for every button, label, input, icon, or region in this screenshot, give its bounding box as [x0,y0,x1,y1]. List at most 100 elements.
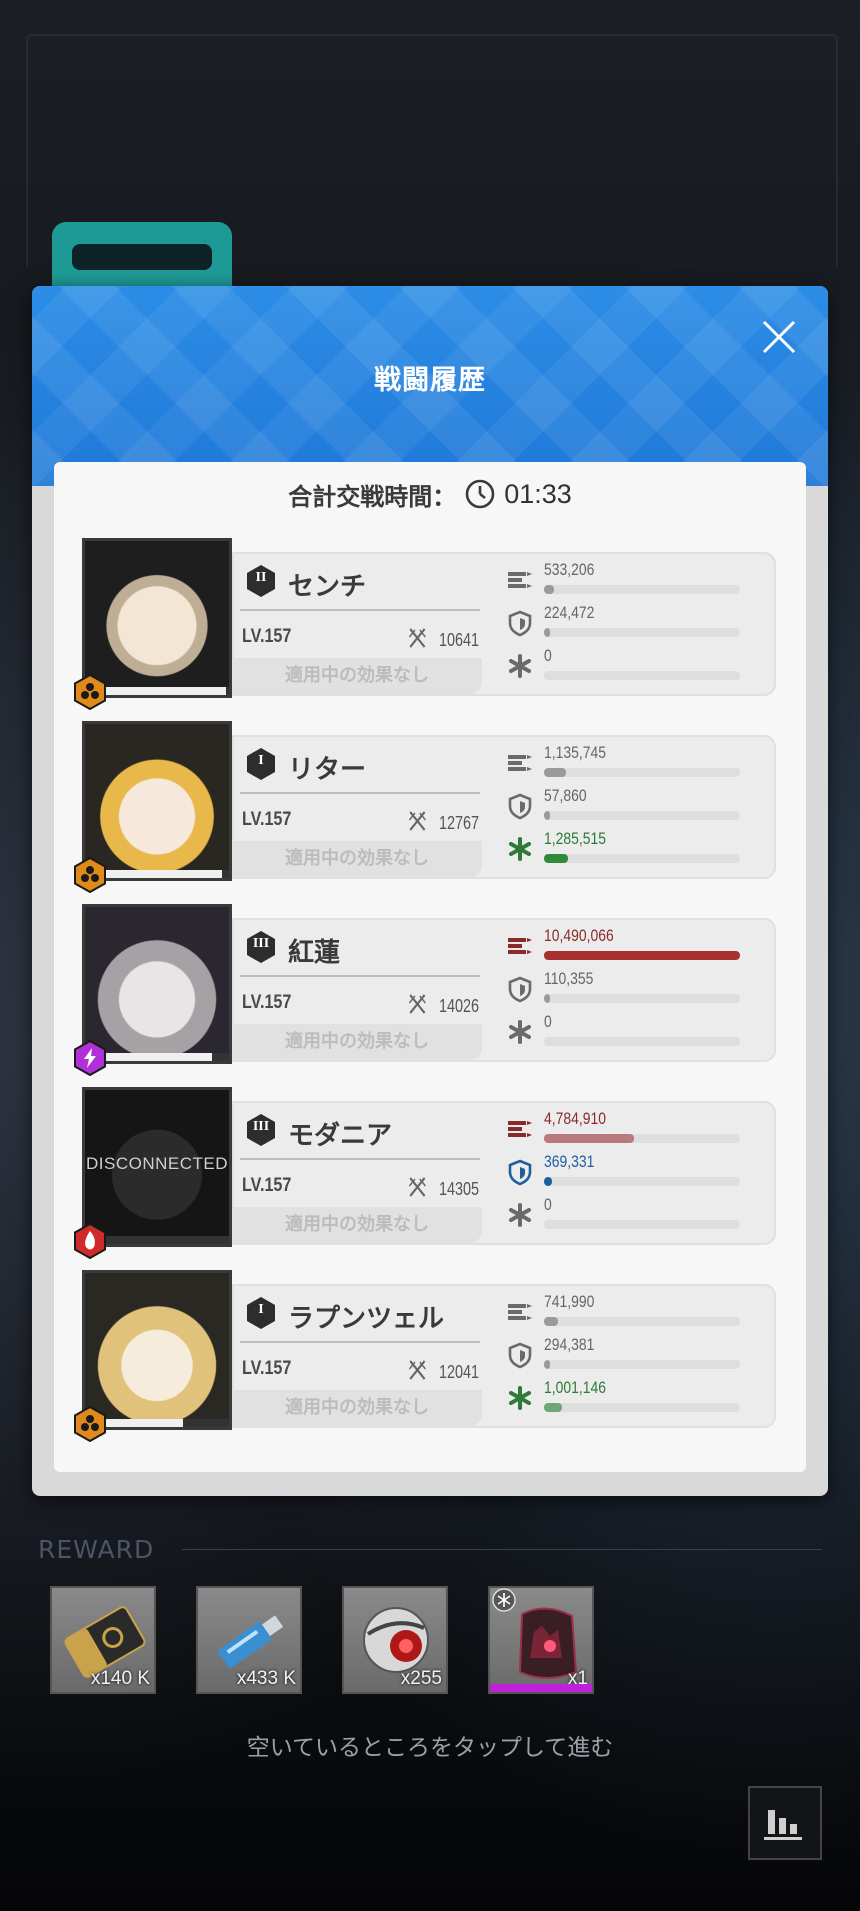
combat-power-value: 14305 [439,1179,480,1199]
character-name: 紅蓮 [288,938,341,968]
damage-bar-fill [544,768,566,777]
damage-value: 1,135,745 [544,743,607,762]
reward-item-data[interactable]: x433 K [196,1586,302,1694]
defense-value: 369,331 [544,1152,595,1171]
reward-qty: x433 K [236,1668,296,1689]
name-divider [240,792,480,794]
lightning-icon [72,1039,108,1077]
active-effect: 適用中の効果なし [232,1024,482,1060]
character-info: III モダニア LV.157 14305 適用中の効果なし 4,784,910 369,3… [232,1101,776,1245]
crossed-swords-icon [407,1174,428,1205]
damage-icon [506,566,534,594]
defense-stat: 57,860 [506,786,746,826]
damage-stat: 741,990 [506,1292,746,1332]
heal-bar-fill [544,1403,562,1412]
heal-value: 1,001,146 [544,1378,607,1397]
damage-icon [506,932,534,960]
character-card[interactable]: I ラプンツェル LV.157 12041 適用中の効果なし 741,990 294,381… [74,1270,778,1443]
character-card[interactable]: II センチ LV.157 10641 適用中の効果なし 533,206 224,472 0 [74,538,778,711]
defense-stat: 369,331 [506,1152,746,1192]
shield-icon [506,609,534,637]
close-button[interactable] [754,312,804,362]
damage-value: 741,990 [544,1292,595,1311]
heal-bar [544,1403,740,1412]
reward-item-gear[interactable]: x1 [488,1586,594,1694]
fire-icon [72,1222,108,1260]
heal-bar [544,1037,740,1046]
heal-bar [544,671,740,680]
defense-value: 294,381 [544,1335,595,1354]
defense-value: 224,472 [544,603,595,622]
character-info: III 紅蓮 LV.157 14026 適用中の効果なし 10,490,066 110,35… [232,918,776,1062]
rank-label: III [252,1119,270,1134]
reward-divider [182,1549,822,1550]
battle-stats: 4,784,910 369,331 0 [506,1109,746,1239]
crossed-swords-icon [407,1357,428,1388]
character-info: II センチ LV.157 10641 適用中の効果なし 533,206 224,472 0 [232,552,776,696]
heal-bar [544,1220,740,1229]
character-card[interactable]: III 紅蓮 LV.157 14026 適用中の効果なし 10,490,066 110,35… [74,904,778,1077]
character-card[interactable]: I リター LV.157 12767 適用中の効果なし 1,135,745 57,860 1,… [74,721,778,894]
defense-value: 57,860 [544,786,587,805]
defense-stat: 224,472 [506,603,746,643]
combat-power: 12041 [407,1357,489,1388]
name-divider [240,1158,480,1160]
character-level: LV.157 [242,809,292,830]
crossed-swords-icon [407,991,428,1022]
reward-item-core[interactable]: x255 [342,1586,448,1694]
battle-stats: 1,135,745 57,860 1,285,515 [506,743,746,873]
heal-value: 1,285,515 [544,829,607,848]
rank-label: II [255,570,267,585]
hexagon-icon [72,1405,108,1443]
heal-stat: 0 [506,646,746,686]
hexagon-icon [72,673,108,711]
bar-chart-icon [764,1810,802,1840]
rank-badge: III [244,1113,278,1147]
name-divider [240,1341,480,1343]
rank-label: I [258,753,264,768]
heal-icon [506,1018,534,1046]
active-effect: 適用中の効果なし [232,658,482,694]
combat-power-value: 12767 [439,813,480,833]
character-level: LV.157 [242,626,292,647]
character-level: LV.157 [242,1175,292,1196]
heal-stat: 0 [506,1012,746,1052]
defense-bar [544,994,740,1003]
rank-badge: I [244,747,278,781]
damage-icon [506,1298,534,1326]
combat-power-value: 10641 [439,630,480,650]
damage-bar-fill [544,1134,635,1143]
combat-power-value: 12041 [439,1362,480,1382]
total-time-value: 01:33 [504,478,572,509]
defense-bar [544,1177,740,1186]
damage-value: 533,206 [544,560,595,579]
heal-icon [506,1384,534,1412]
character-level: LV.157 [242,992,292,1013]
damage-stat: 10,490,066 [506,926,746,966]
damage-icon [506,1115,534,1143]
heal-stat: 0 [506,1195,746,1235]
battle-stats: 533,206 224,472 0 [506,560,746,690]
shield-icon [506,975,534,1003]
name-divider [240,609,480,611]
damage-bar [544,585,740,594]
heal-icon [506,1201,534,1229]
tap-to-continue-hint: 空いているところをタップして進む [246,1735,614,1761]
character-name: ラプンツェル [288,1304,445,1334]
heal-stat: 1,001,146 [506,1378,746,1418]
reward-item-credit[interactable]: x140 K [50,1586,156,1694]
character-name: リター [288,755,367,785]
heal-bar-fill [544,854,568,863]
damage-bar [544,1317,740,1326]
defense-bar [544,811,740,820]
combat-power: 14305 [407,1174,489,1205]
rarity-bar [490,1684,592,1692]
combat-power: 10641 [407,625,489,656]
damage-bar-fill [544,585,554,594]
battle-stats: 741,990 294,381 1,001,146 [506,1292,746,1422]
combat-power-value: 14026 [439,996,480,1016]
stats-button[interactable] [748,1786,822,1860]
damage-bar [544,951,740,960]
defense-bar-fill [544,994,550,1003]
character-card[interactable]: DISCONNECTED III モダニア LV.157 14305 適用中の効果なし 4,… [74,1087,778,1260]
